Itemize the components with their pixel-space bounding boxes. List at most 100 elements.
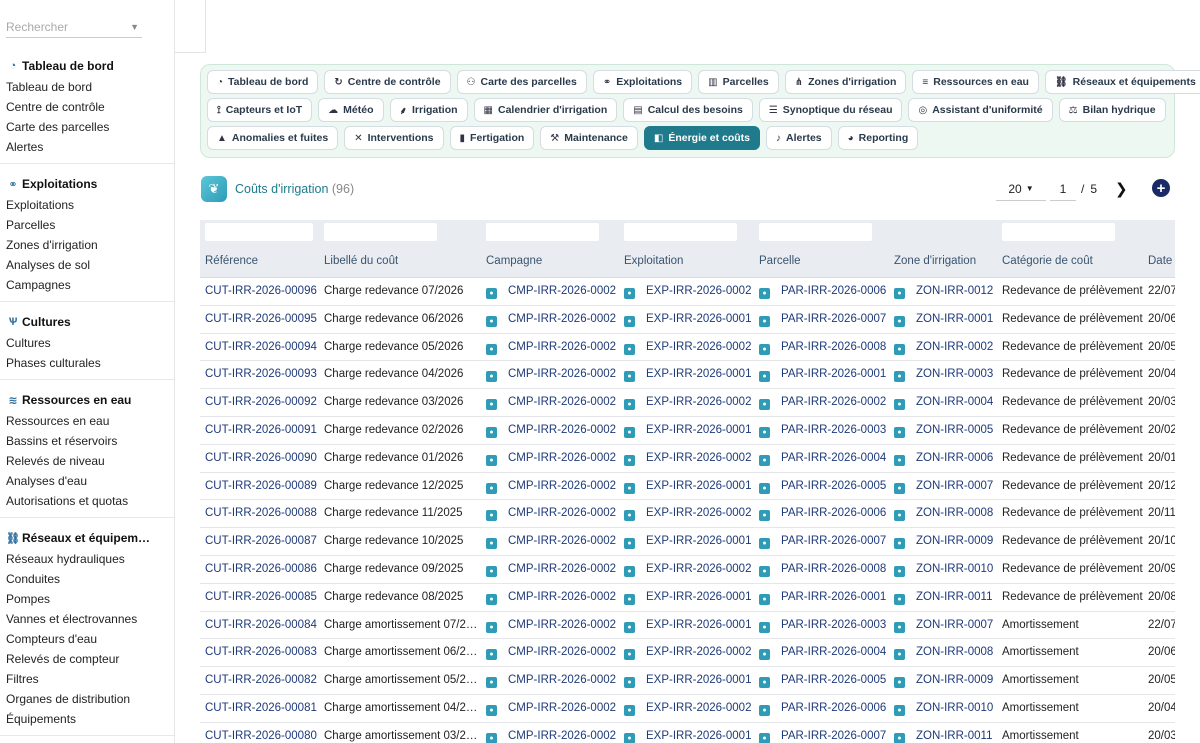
sidebar-item[interactable]: Relevés de niveau: [0, 451, 174, 471]
table-cell[interactable]: ● PAR-IRR-2026-0001: [759, 368, 891, 383]
sidebar-item[interactable]: Exploitations: [0, 195, 174, 215]
column-filter-input[interactable]: [1002, 223, 1115, 241]
table-cell[interactable]: ● PAR-IRR-2026-0005: [759, 480, 891, 494]
tab-chart-pie[interactable]: ◕ Reporting: [837, 126, 919, 150]
table-cell[interactable]: ● PAR-IRR-2026-0007: [759, 535, 891, 550]
table-cell[interactable]: ● CMP-IRR-2026-0002: [486, 646, 622, 661]
table-cell[interactable]: ● CMP-IRR-2026-0002: [486, 591, 622, 605]
table-row[interactable]: CUT-IRR-2026-00089 Charge redevance 12/20…: [200, 473, 1175, 501]
table-cell[interactable]: ● ZON-IRR-0007: [894, 619, 1000, 633]
column-header[interactable]: Parcelle: [759, 255, 801, 267]
table-cell[interactable]: ● EXP-IRR-2026-0002: [624, 452, 756, 466]
table-cell[interactable]: ● PAR-IRR-2026-0005: [759, 674, 891, 689]
table-row[interactable]: CUT-IRR-2026-00088 Charge redevance 11/20…: [200, 500, 1175, 529]
sidebar-item[interactable]: Vannes et électrovannes: [0, 609, 174, 629]
page-size-select[interactable]: 20 ▼: [996, 177, 1046, 201]
table-cell[interactable]: CUT-IRR-2026-00093: [205, 368, 323, 380]
table-cell[interactable]: ● ZON-IRR-0012: [894, 285, 1000, 299]
sidebar-item[interactable]: Analyses de sol: [0, 255, 174, 275]
tab-sensor[interactable]: ⟟ Capteurs et IoT: [207, 98, 313, 122]
column-filter-input[interactable]: [205, 223, 313, 241]
table-cell[interactable]: ● PAR-IRR-2026-0004: [759, 452, 891, 466]
table-cell[interactable]: ● CMP-IRR-2026-0002: [486, 563, 622, 577]
table-cell[interactable]: ● ZON-IRR-0008: [894, 646, 1000, 661]
search-input[interactable]: [6, 19, 116, 34]
table-cell[interactable]: ● PAR-IRR-2026-0002: [759, 396, 891, 411]
table-row[interactable]: CUT-IRR-2026-00083 Charge amortissement 0…: [200, 639, 1175, 668]
sidebar-section-header[interactable]: ⛓ Réseaux et équipem…: [0, 527, 174, 549]
table-cell[interactable]: ● EXP-IRR-2026-0002: [624, 646, 756, 661]
tab-list[interactable]: ☰ Synoptique du réseau: [758, 98, 903, 122]
tab-balance[interactable]: ⚖ Bilan hydrique: [1058, 98, 1166, 122]
table-cell[interactable]: ● EXP-IRR-2026-0002: [624, 285, 756, 299]
sidebar-section-header[interactable]: ⚭ Exploitations: [0, 173, 174, 195]
sidebar-item[interactable]: Cultures: [0, 333, 174, 353]
table-row[interactable]: CUT-IRR-2026-00093 Charge redevance 04/20…: [200, 361, 1175, 390]
table-cell[interactable]: ● ZON-IRR-0010: [894, 563, 1000, 577]
table-cell[interactable]: ● ZON-IRR-0009: [894, 674, 1000, 689]
table-cell[interactable]: ● EXP-IRR-2026-0001: [624, 619, 756, 633]
sidebar-item[interactable]: Organes de distribution: [0, 689, 174, 709]
tab-weather[interactable]: ☁ Météo: [318, 98, 384, 122]
tab-irrigation[interactable]: ⸙ Irrigation: [389, 98, 468, 122]
table-row[interactable]: CUT-IRR-2026-00080 Charge amortissement 0…: [200, 723, 1175, 743]
table-cell[interactable]: CUT-IRR-2026-00084: [205, 619, 323, 631]
table-cell[interactable]: ● PAR-IRR-2026-0007: [759, 313, 891, 327]
sidebar-item[interactable]: Bassins et réservoirs: [0, 431, 174, 451]
table-cell[interactable]: ● ZON-IRR-0004: [894, 396, 1000, 411]
table-row[interactable]: CUT-IRR-2026-00085 Charge redevance 08/20…: [200, 584, 1175, 612]
sidebar-item[interactable]: Conduites: [0, 569, 174, 589]
table-cell[interactable]: CUT-IRR-2026-00085: [205, 591, 323, 603]
tab-warning[interactable]: ▲ Anomalies et fuites: [207, 126, 339, 150]
sidebar-item[interactable]: Zones d'irrigation: [0, 235, 174, 255]
table-cell[interactable]: ● CMP-IRR-2026-0002: [486, 285, 622, 299]
column-header[interactable]: Campagne: [486, 255, 542, 267]
table-cell[interactable]: ● ZON-IRR-0008: [894, 507, 1000, 522]
table-cell[interactable]: ● CMP-IRR-2026-0002: [486, 396, 622, 411]
table-cell[interactable]: ● ZON-IRR-0002: [894, 341, 1000, 355]
table-cell[interactable]: ● EXP-IRR-2026-0002: [624, 702, 756, 716]
table-cell[interactable]: CUT-IRR-2026-00092: [205, 396, 323, 408]
sidebar-section-header[interactable]: ≋ Ressources en eau: [0, 389, 174, 411]
table-cell[interactable]: ● EXP-IRR-2026-0001: [624, 535, 756, 550]
tab-map-people[interactable]: ⚇ Carte des parcelles: [456, 70, 587, 94]
tab-control[interactable]: ↻ Centre de contrôle: [324, 70, 451, 94]
next-page-icon[interactable]: ❯: [1115, 180, 1128, 198]
column-filter-input[interactable]: [624, 223, 737, 241]
table-cell[interactable]: CUT-IRR-2026-00086: [205, 563, 323, 575]
tab-sitemap[interactable]: ⋔ Zones d'irrigation: [784, 70, 907, 94]
table-cell[interactable]: ● CMP-IRR-2026-0002: [486, 368, 622, 383]
column-header[interactable]: Exploitation: [624, 255, 683, 267]
sidebar-item[interactable]: Autorisations et quotas: [0, 491, 174, 511]
table-cell[interactable]: ● CMP-IRR-2026-0002: [486, 507, 622, 522]
sidebar-item[interactable]: Tableau de bord: [0, 77, 174, 97]
column-filter-input[interactable]: [759, 223, 872, 241]
sidebar-item[interactable]: Centre de contrôle: [0, 97, 174, 117]
tab-dashboard[interactable]: ◔ Tableau de bord: [207, 70, 319, 94]
table-cell[interactable]: ● EXP-IRR-2026-0001: [624, 480, 756, 494]
table-cell[interactable]: ● PAR-IRR-2026-0008: [759, 341, 891, 355]
table-cell[interactable]: ● PAR-IRR-2026-0006: [759, 507, 891, 522]
table-cell[interactable]: CUT-IRR-2026-00081: [205, 702, 323, 714]
sidebar-item[interactable]: Relevés de compteur: [0, 649, 174, 669]
table-cell[interactable]: ● PAR-IRR-2026-0007: [759, 730, 891, 743]
table-cell[interactable]: ● ZON-IRR-0007: [894, 480, 1000, 494]
sidebar-item[interactable]: Phases culturales: [0, 353, 174, 373]
column-header[interactable]: Référence: [205, 255, 258, 267]
table-cell[interactable]: CUT-IRR-2026-00091: [205, 424, 323, 436]
table-cell[interactable]: ● EXP-IRR-2026-0001: [624, 674, 756, 689]
table-cell[interactable]: CUT-IRR-2026-00095: [205, 313, 323, 325]
table-cell[interactable]: ● EXP-IRR-2026-0002: [624, 396, 756, 411]
table-cell[interactable]: ● PAR-IRR-2026-0008: [759, 563, 891, 577]
table-cell[interactable]: ● ZON-IRR-0006: [894, 452, 1000, 466]
table-cell[interactable]: ● EXP-IRR-2026-0001: [624, 368, 756, 383]
table-cell[interactable]: CUT-IRR-2026-00088: [205, 507, 323, 519]
sidebar-item[interactable]: Alertes: [0, 137, 174, 157]
table-cell[interactable]: ● PAR-IRR-2026-0003: [759, 619, 891, 633]
tab-bell[interactable]: ♪ Alertes: [766, 126, 832, 150]
table-row[interactable]: CUT-IRR-2026-00086 Charge redevance 09/20…: [200, 556, 1175, 584]
table-cell[interactable]: ● CMP-IRR-2026-0002: [486, 480, 622, 494]
column-header[interactable]: Catégorie de coût: [1002, 255, 1093, 267]
tab-wrench[interactable]: ⚒ Maintenance: [540, 126, 638, 150]
sidebar-item[interactable]: Réseaux hydrauliques: [0, 549, 174, 569]
